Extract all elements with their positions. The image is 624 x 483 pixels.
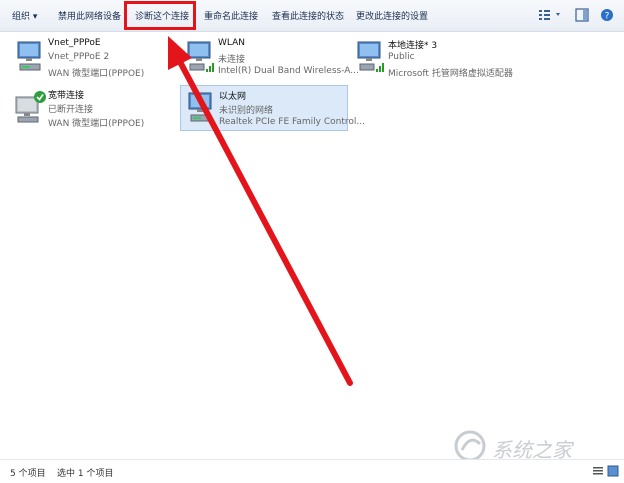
tiles-view-icon[interactable] — [607, 465, 619, 480]
selected-count: 选中 1 个项目 — [57, 469, 114, 479]
annotation-arrow — [168, 36, 353, 386]
status-bar: 5 个项目 选中 1 个项目 — [0, 459, 624, 483]
item-count: 5 个项目 — [10, 469, 46, 479]
details-view-icon[interactable] — [592, 465, 604, 480]
